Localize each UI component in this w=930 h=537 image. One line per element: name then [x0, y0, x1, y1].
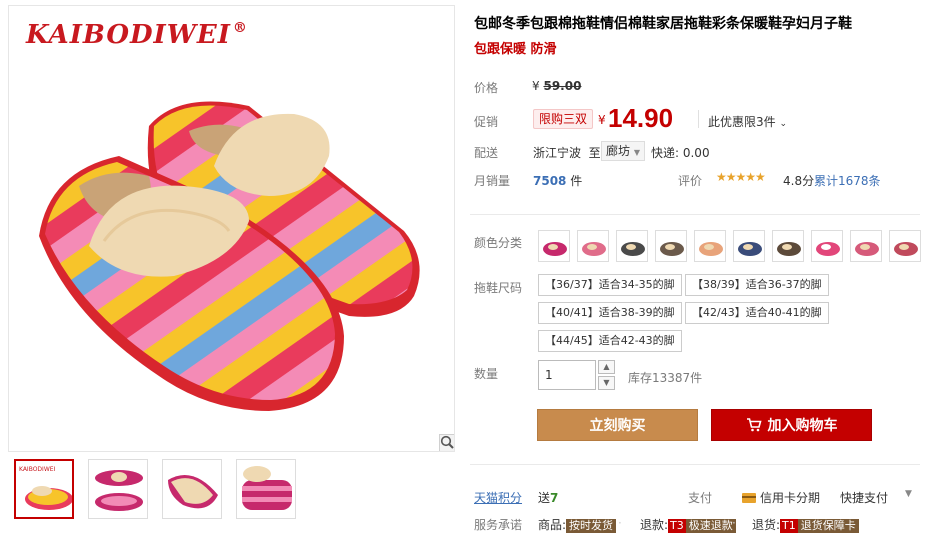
main-product-image[interactable]: KAIBODIWEI ®: [8, 5, 455, 452]
service-refund: 退款: T3 极速退款: [640, 516, 736, 533]
promo-label: 促销: [474, 115, 499, 129]
quantity-input[interactable]: 1: [538, 360, 596, 390]
color-swatch[interactable]: [655, 230, 687, 262]
quantity-label: 数量: [474, 367, 499, 381]
slipper-photo: [39, 101, 420, 411]
thumbnail-2[interactable]: [88, 459, 148, 519]
color-swatches: [538, 230, 921, 262]
color-swatch[interactable]: [538, 230, 570, 262]
review-count[interactable]: 累计1678条: [814, 172, 881, 189]
points-value: 送7: [538, 491, 559, 505]
rating-label: 评价: [678, 174, 703, 188]
fast-refund-badge: 极速退款: [685, 519, 736, 533]
color-swatch[interactable]: [616, 230, 648, 262]
size-option[interactable]: 【40/41】适合38-39的脚: [538, 302, 682, 324]
cart-icon: [746, 418, 762, 432]
service-label: 服务承诺: [474, 518, 523, 532]
return-guarantee-badge: 退货保障卡: [797, 519, 859, 533]
credit-card-payment[interactable]: 信用卡分期: [742, 489, 820, 506]
quantity-decrease-button[interactable]: ▼: [598, 376, 615, 390]
shipping-fee: 快递: 0.00: [651, 146, 710, 160]
service-goods: 商品: 按时发货: [538, 516, 617, 533]
rating-score: 4.8分: [783, 174, 815, 188]
monthly-sales: 7508 件: [533, 174, 583, 188]
size-option[interactable]: 【36/37】适合34-35的脚: [538, 274, 682, 296]
price-label: 价格: [474, 81, 499, 95]
promo-separator: [698, 110, 699, 128]
divider: [470, 464, 920, 465]
payment-label: 支付: [688, 491, 713, 505]
separator: ·: [732, 516, 736, 530]
color-swatch[interactable]: [733, 230, 765, 262]
credit-card-icon: [742, 492, 756, 503]
star-icon: ★★★★★: [716, 170, 766, 184]
size-label: 拖鞋尺码: [474, 281, 523, 295]
delivery-label: 配送: [474, 146, 499, 160]
thumbnail-strip: KAIBODIWEI: [14, 459, 296, 519]
zoom-button[interactable]: [439, 434, 454, 451]
promo-currency: ¥: [598, 113, 606, 127]
color-swatch[interactable]: [577, 230, 609, 262]
ship-to-select[interactable]: 廊坊 ▼: [601, 141, 645, 161]
size-option[interactable]: 【38/39】适合36-37的脚: [685, 274, 829, 296]
promo-price: 14.90: [608, 103, 674, 133]
size-option[interactable]: 【42/43】适合40-41的脚: [685, 302, 829, 324]
product-title: 包邮冬季包跟棉拖鞋情侣棉鞋家居拖鞋彩条保暖鞋孕妇月子鞋: [474, 16, 852, 32]
color-swatch[interactable]: [694, 230, 726, 262]
color-swatch[interactable]: [889, 230, 921, 262]
original-price: ¥ 59.00: [532, 79, 582, 93]
color-swatch[interactable]: [850, 230, 882, 262]
zoom-icon: [440, 435, 454, 449]
on-time-delivery-badge: 按时发货: [566, 519, 617, 533]
ship-from: 浙江宁波 至: [533, 146, 601, 160]
promo-limit[interactable]: 此优惠限3件 ⌄: [708, 113, 787, 130]
quick-payment[interactable]: 快捷支付: [840, 489, 888, 506]
promo-tag: 限购三双: [533, 109, 594, 129]
add-to-cart-button[interactable]: 加入购物车: [711, 409, 872, 441]
service-row: 服务承诺 商品: 按时发货 · 退款: T3 极速退款 · 退货: T1 退货保障卡: [470, 516, 926, 537]
product-gallery: KAIBODIWEI ® KAIBODIWEI: [0, 0, 456, 537]
chevron-down-icon: ⌄: [779, 119, 788, 129]
size-option[interactable]: 【44/45】适合42-43的脚: [538, 330, 682, 352]
svg-text:KAIBODIWEI: KAIBODIWEI: [19, 466, 56, 473]
thumbnail-4[interactable]: [236, 459, 296, 519]
stock-count: 库存13387件: [628, 371, 703, 385]
color-swatch[interactable]: [811, 230, 843, 262]
refund-code-badge: T3: [668, 519, 686, 533]
product-subtitle: 包跟保暖 防滑: [474, 42, 557, 57]
price-panel: 价格 ¥ 59.00 促销 限购三双 ¥ 14.90 此优惠限3件 ⌄ 配送 浙…: [470, 66, 920, 200]
buy-now-button[interactable]: 立刻购买: [537, 409, 698, 441]
thumbnail-3[interactable]: [162, 459, 222, 519]
points-payment-row: 天猫积分 送7 支付 信用卡分期 快捷支付 ▼: [470, 489, 926, 511]
color-label: 颜色分类: [474, 236, 523, 250]
separator: ·: [618, 516, 622, 530]
chevron-down-icon[interactable]: ▼: [905, 489, 912, 499]
quantity-increase-button[interactable]: ▲: [598, 360, 615, 374]
chevron-down-icon: ▼: [633, 148, 640, 157]
divider: [470, 214, 920, 215]
return-code-badge: T1: [780, 519, 798, 533]
color-swatch[interactable]: [772, 230, 804, 262]
service-return: 退货: T1 退货保障卡: [752, 516, 859, 533]
tmall-points-link[interactable]: 天猫积分: [474, 489, 522, 506]
thumbnail-1[interactable]: KAIBODIWEI: [14, 459, 74, 519]
sales-label: 月销量: [474, 174, 511, 188]
